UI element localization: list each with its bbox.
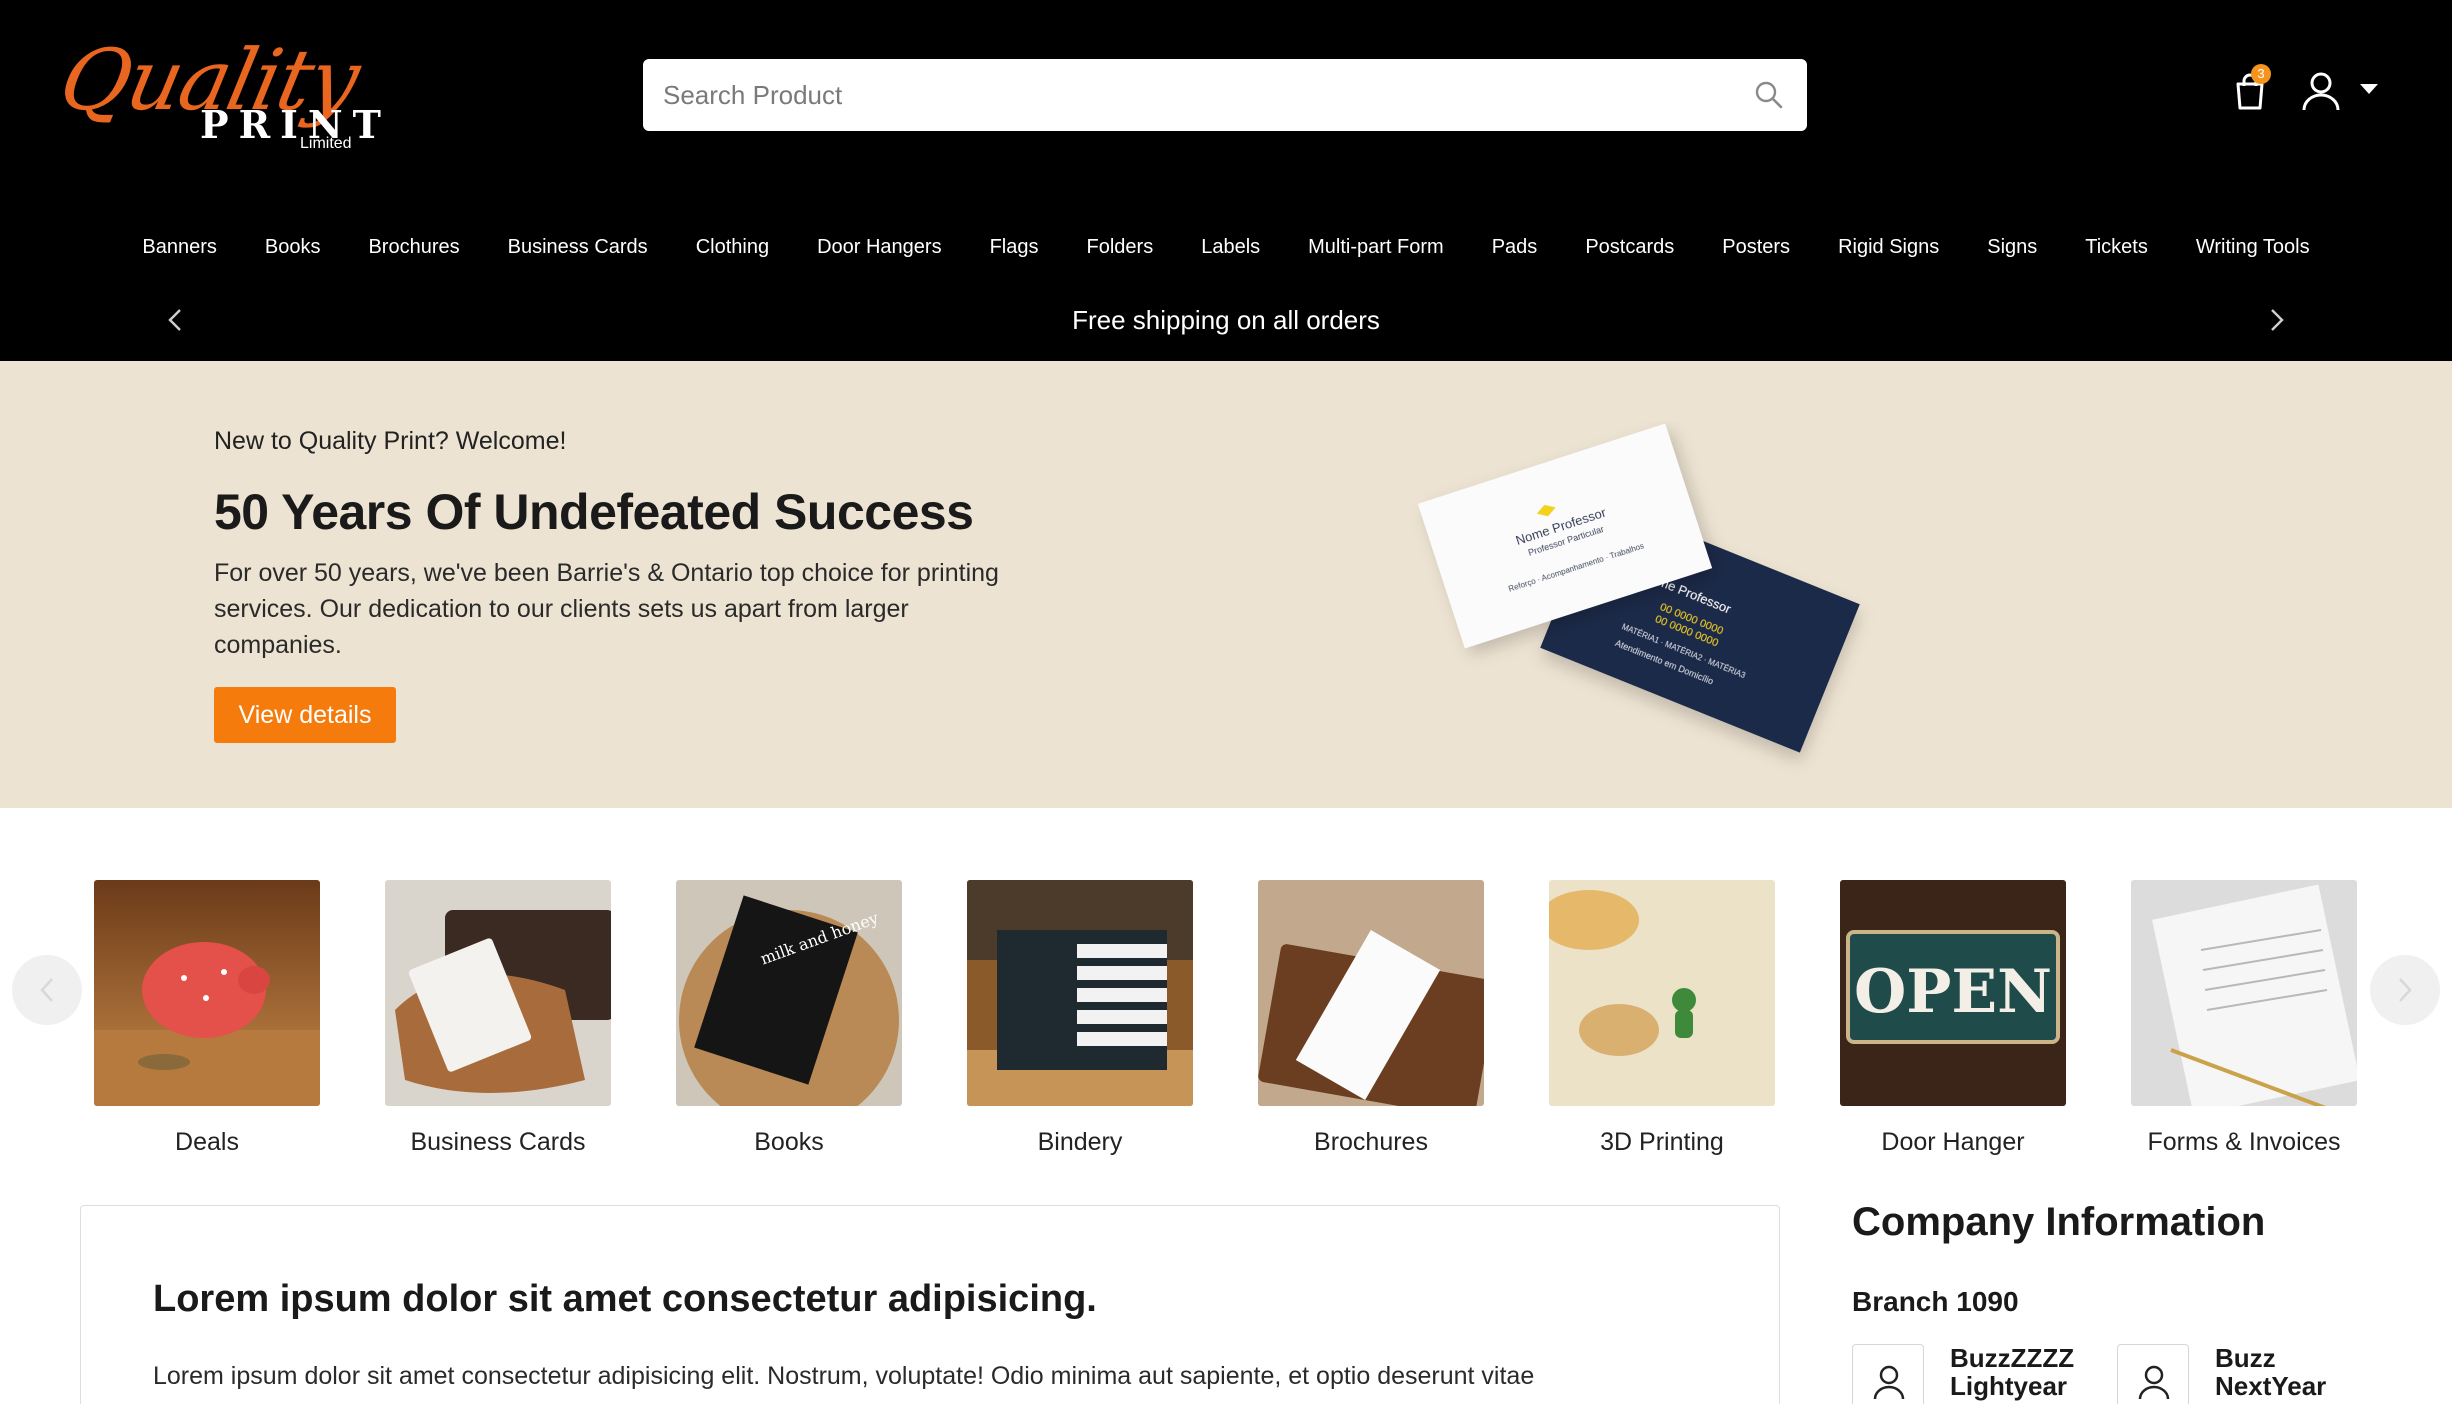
view-details-button[interactable]: View details [214,687,396,743]
quality-print-logo[interactable]: Quality PRINT Limited [52,31,382,158]
nav-signs[interactable]: Signs [1963,222,2061,272]
nav-clothing[interactable]: Clothing [672,222,793,272]
user-icon [2138,1365,2170,1400]
search-input[interactable] [643,59,1743,131]
category-deals[interactable]: Deals [62,880,352,1157]
nav-books[interactable]: Books [241,222,345,272]
company-info-title: Company Information [1852,1200,2266,1244]
nav-postcards[interactable]: Postcards [1561,222,1698,272]
category-label: Door Hanger [1881,1128,2025,1156]
carousel-next-button[interactable] [2370,955,2440,1025]
logo-word: PRINT [200,102,391,147]
forms-invoices-thumbnail [2131,880,2357,1106]
books-thumbnail: milk and honey [676,880,902,1106]
door-hanger-thumbnail: OPEN [1840,880,2066,1106]
chevron-right-icon [2399,978,2412,1002]
site-header: Quality PRINT Limited 3 Banners Books Br… [0,0,2452,361]
category-label: Brochures [1314,1128,1428,1156]
open-sign-text: OPEN [1854,957,2052,1027]
category-label: Books [754,1128,824,1156]
staff-last-name: Lightyear [1950,1371,2068,1401]
category-brochures[interactable]: Brochures [1226,880,1516,1157]
category-nav: Banners Books Brochures Business Cards C… [0,222,2452,272]
hero-description: For over 50 years, we've been Barrie's &… [214,559,999,659]
category-3d-printing[interactable]: 3D Printing [1517,880,1807,1157]
staff-last-name: NextYear [2215,1371,2327,1401]
nav-rigid-signs[interactable]: Rigid Signs [1814,222,1963,272]
content-title: Lorem ipsum dolor sit amet consectetur a… [153,1278,1097,1320]
hero-title: 50 Years Of Undefeated Success [214,484,974,540]
nav-pads[interactable]: Pads [1468,222,1562,272]
logo-suffix: Limited [300,135,352,152]
category-label: 3D Printing [1600,1128,1724,1156]
category-forms-invoices[interactable]: Forms & Invoices [2099,880,2389,1157]
category-carousel: Deals Business Cards milk and honey Book… [0,860,2452,1170]
chevron-right-icon[interactable] [2262,306,2290,334]
nav-door-hangers[interactable]: Door Hangers [793,222,966,272]
category-door-hanger[interactable]: OPEN Door Hanger [1808,880,2098,1157]
staff-first-name: BuzzZZZZ [1950,1343,2075,1373]
business-cards-thumbnail [385,880,611,1106]
content-body: Lorem ipsum dolor sit amet consectetur a… [153,1362,1535,1390]
nav-labels[interactable]: Labels [1177,222,1284,272]
user-icon[interactable] [2300,70,2342,112]
3d-printing-thumbnail [1549,880,1775,1106]
category-label: Deals [175,1128,239,1156]
nav-multi-part-form[interactable]: Multi-part Form [1284,222,1468,272]
company-information: Company Information Branch 1090 BuzzZZZZ… [1852,1200,2412,1404]
deals-thumbnail [94,880,320,1106]
category-books[interactable]: milk and honey Books [644,880,934,1157]
staff-name: Buzz NextYear [2215,1344,2375,1400]
search-bar [643,59,1807,131]
staff-card[interactable]: BuzzZZZZ Lightyear [1852,1344,2112,1404]
category-label: Business Cards [410,1128,586,1156]
nav-business-cards[interactable]: Business Cards [484,222,672,272]
category-business-cards[interactable]: Business Cards [353,880,643,1157]
caret-down-icon[interactable] [2360,84,2378,94]
category-label: Forms & Invoices [2147,1128,2341,1156]
content-card: Lorem ipsum dolor sit amet consectetur a… [80,1205,1780,1404]
bindery-thumbnail [967,880,1193,1106]
nav-brochures[interactable]: Brochures [344,222,483,272]
promo-carousel: Free shipping on all orders [0,296,2452,344]
branch-title: Branch 1090 [1852,1286,2019,1317]
nav-banners[interactable]: Banners [118,222,241,272]
hero-eyebrow: New to Quality Print? Welcome! [214,427,567,455]
nav-flags[interactable]: Flags [966,222,1063,272]
user-icon [1873,1365,1905,1400]
staff-first-name: Buzz [2215,1343,2276,1373]
hero-banner: New to Quality Print? Welcome! 50 Years … [0,361,2452,808]
nav-posters[interactable]: Posters [1698,222,1814,272]
category-bindery[interactable]: Bindery [935,880,1225,1157]
nav-folders[interactable]: Folders [1063,222,1178,272]
nav-writing-tools[interactable]: Writing Tools [2172,222,2334,272]
category-label: Bindery [1037,1128,1123,1156]
staff-card[interactable]: Buzz NextYear [2117,1344,2377,1404]
promo-text: Free shipping on all orders [1072,305,1380,335]
brochures-thumbnail [1258,880,1484,1106]
business-cards-image: Nome Professor 00 0000 0000 00 0000 0000… [1417,423,1860,753]
search-icon[interactable] [1753,79,1785,111]
avatar [2117,1344,2189,1404]
avatar [1852,1344,1924,1404]
nav-tickets[interactable]: Tickets [2061,222,2172,272]
cart-count-badge: 3 [2251,64,2271,84]
staff-name: BuzzZZZZ Lightyear [1950,1344,2110,1400]
